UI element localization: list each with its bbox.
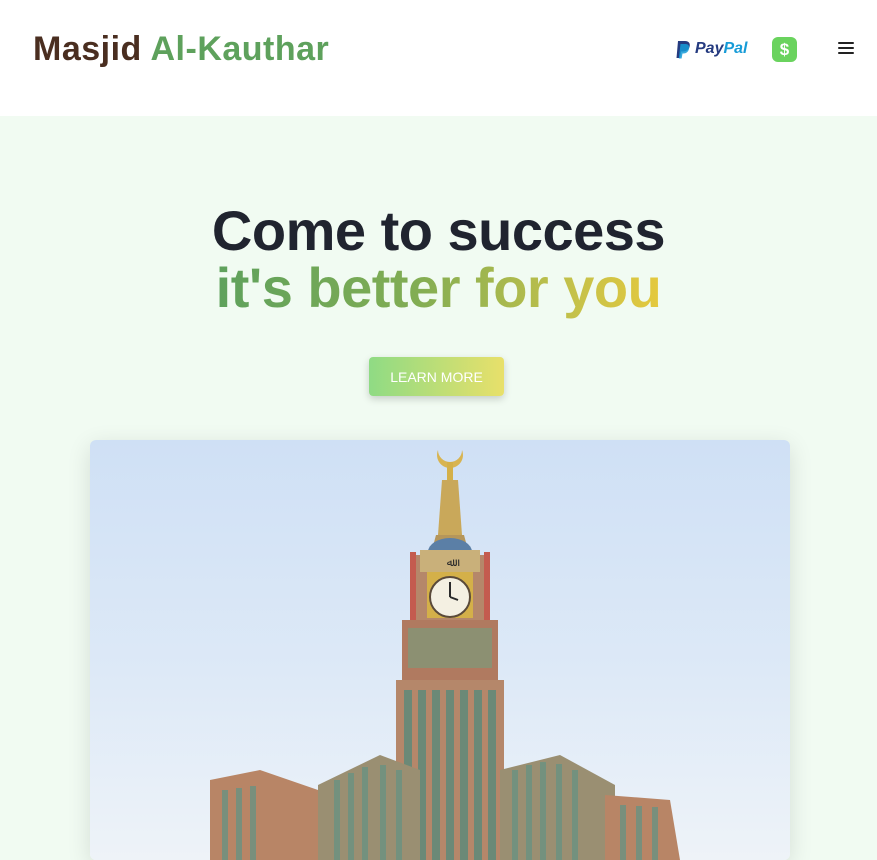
paypal-icon: [676, 40, 690, 58]
brand-name-part2: Al-Kauthar: [150, 30, 330, 68]
paypal-button[interactable]: PayPal: [675, 38, 747, 60]
clock-tower-image: ﷲ: [90, 440, 790, 860]
brand-name-part1: Masjid: [33, 30, 142, 68]
learn-more-button[interactable]: LEARN MORE: [369, 357, 504, 396]
hero-title-line2: it's better for you: [215, 256, 662, 319]
top-navbar: Masjid Al-Kauthar PayPal $: [0, 0, 877, 116]
hamburger-icon[interactable]: [838, 42, 854, 56]
hero-title-line1: Come to success: [211, 199, 666, 262]
site-logo-text[interactable]: Masjid Al-Kauthar: [33, 30, 329, 69]
paypal-wordmark: PayPal: [695, 40, 748, 57]
clock-tower-illustration: ﷲ: [210, 450, 680, 860]
cashapp-icon[interactable]: $: [772, 37, 797, 62]
